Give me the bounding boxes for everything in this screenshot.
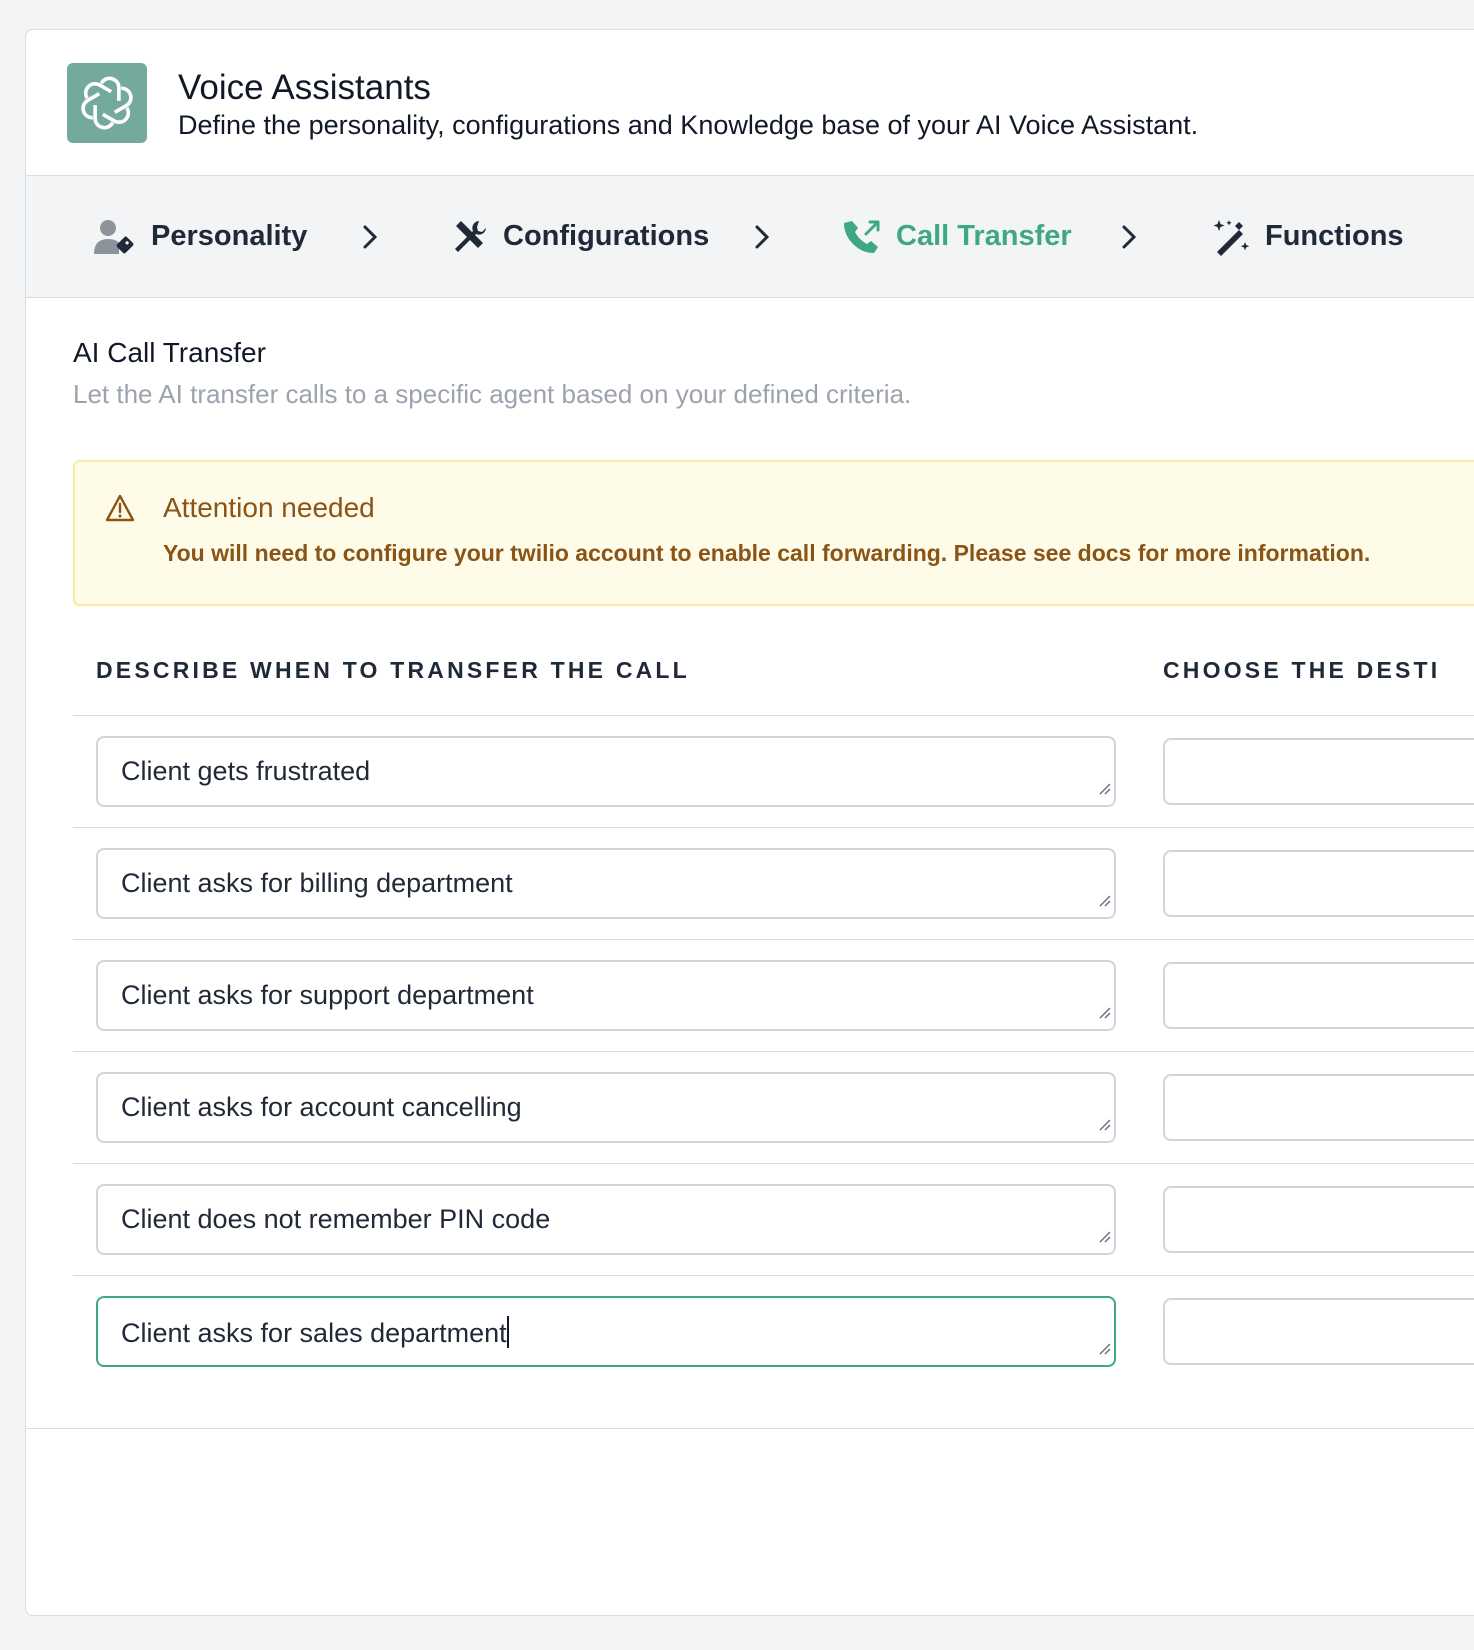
section-subtitle: Let the AI transfer calls to a specific …: [73, 379, 912, 409]
tools-icon: [451, 218, 489, 256]
chevron-right-icon: [358, 220, 382, 254]
alert-text: You will need to configure your twilio a…: [163, 540, 1371, 566]
step-label: Configurations: [503, 220, 710, 252]
alert-title: Attention needed: [163, 492, 375, 523]
resize-handle-icon[interactable]: [1097, 771, 1111, 802]
footer-divider: [26, 1428, 1474, 1429]
row-divider: [73, 827, 1474, 828]
warning-icon: [105, 494, 135, 527]
input-value: Client gets frustrated: [121, 756, 371, 786]
input-value: Client does not remember PIN code: [121, 1204, 551, 1234]
step-personality[interactable]: Personality: [93, 176, 307, 297]
user-tag-icon: [93, 218, 137, 256]
destination-input[interactable]: [1163, 1074, 1474, 1141]
step-call-transfer[interactable]: Call Transfer: [844, 176, 1072, 297]
input-value: Client asks for support department: [121, 980, 534, 1010]
input-value: Client asks for sales department: [121, 1318, 507, 1348]
row-divider: [73, 715, 1474, 716]
openai-logo-icon: [67, 63, 147, 143]
attention-alert: Attention needed You will need to config…: [73, 460, 1474, 606]
chevron-right-icon: [750, 220, 774, 254]
step-label: Call Transfer: [896, 220, 1072, 252]
chevron-right-icon: [1117, 220, 1141, 254]
input-value: Client asks for account cancelling: [121, 1092, 522, 1122]
step-functions[interactable]: Functions: [1211, 176, 1404, 297]
resize-handle-icon[interactable]: [1097, 1331, 1111, 1362]
row-divider: [73, 1051, 1474, 1052]
transfer-condition-input[interactable]: Client asks for account cancelling: [96, 1072, 1116, 1143]
step-configurations[interactable]: Configurations: [451, 176, 709, 297]
destination-input[interactable]: [1163, 962, 1474, 1029]
resize-handle-icon[interactable]: [1097, 1219, 1111, 1250]
row-divider: [73, 939, 1474, 940]
transfer-condition-input[interactable]: Client asks for sales department: [96, 1296, 1116, 1367]
page-title: Voice Assistants: [178, 68, 431, 107]
transfer-condition-input[interactable]: Client asks for billing department: [96, 848, 1116, 919]
destination-input[interactable]: [1163, 1186, 1474, 1253]
resize-handle-icon[interactable]: [1097, 883, 1111, 914]
destination-input[interactable]: [1163, 738, 1474, 805]
magic-wand-icon: [1211, 218, 1251, 256]
step-label: Functions: [1265, 220, 1404, 252]
row-divider: [73, 1275, 1474, 1276]
step-label: Personality: [151, 220, 308, 252]
voice-assistant-card: Voice Assistants Define the personality,…: [25, 29, 1474, 1616]
input-value: Client asks for billing department: [121, 868, 513, 898]
transfer-condition-input[interactable]: Client does not remember PIN code: [96, 1184, 1116, 1255]
transfer-condition-input[interactable]: Client asks for support department: [96, 960, 1116, 1031]
destination-input[interactable]: [1163, 850, 1474, 917]
text-caret: [506, 1316, 509, 1348]
phone-forward-icon: [844, 218, 882, 256]
column-header-destination: CHOOSE THE DESTI: [1163, 657, 1441, 683]
page-header: Voice Assistants Define the personality,…: [26, 30, 1474, 176]
row-divider: [73, 1163, 1474, 1164]
transfer-condition-input[interactable]: Client gets frustrated: [96, 736, 1116, 807]
resize-handle-icon[interactable]: [1097, 995, 1111, 1026]
destination-input[interactable]: [1163, 1298, 1474, 1365]
column-header-condition: DESCRIBE WHEN TO TRANSFER THE CALL: [96, 657, 690, 683]
wizard-steps: Personality Configurations Call Transfer…: [26, 176, 1474, 298]
section-title: AI Call Transfer: [73, 337, 266, 368]
page-subtitle: Define the personality, configurations a…: [178, 110, 1199, 140]
resize-handle-icon[interactable]: [1097, 1107, 1111, 1138]
